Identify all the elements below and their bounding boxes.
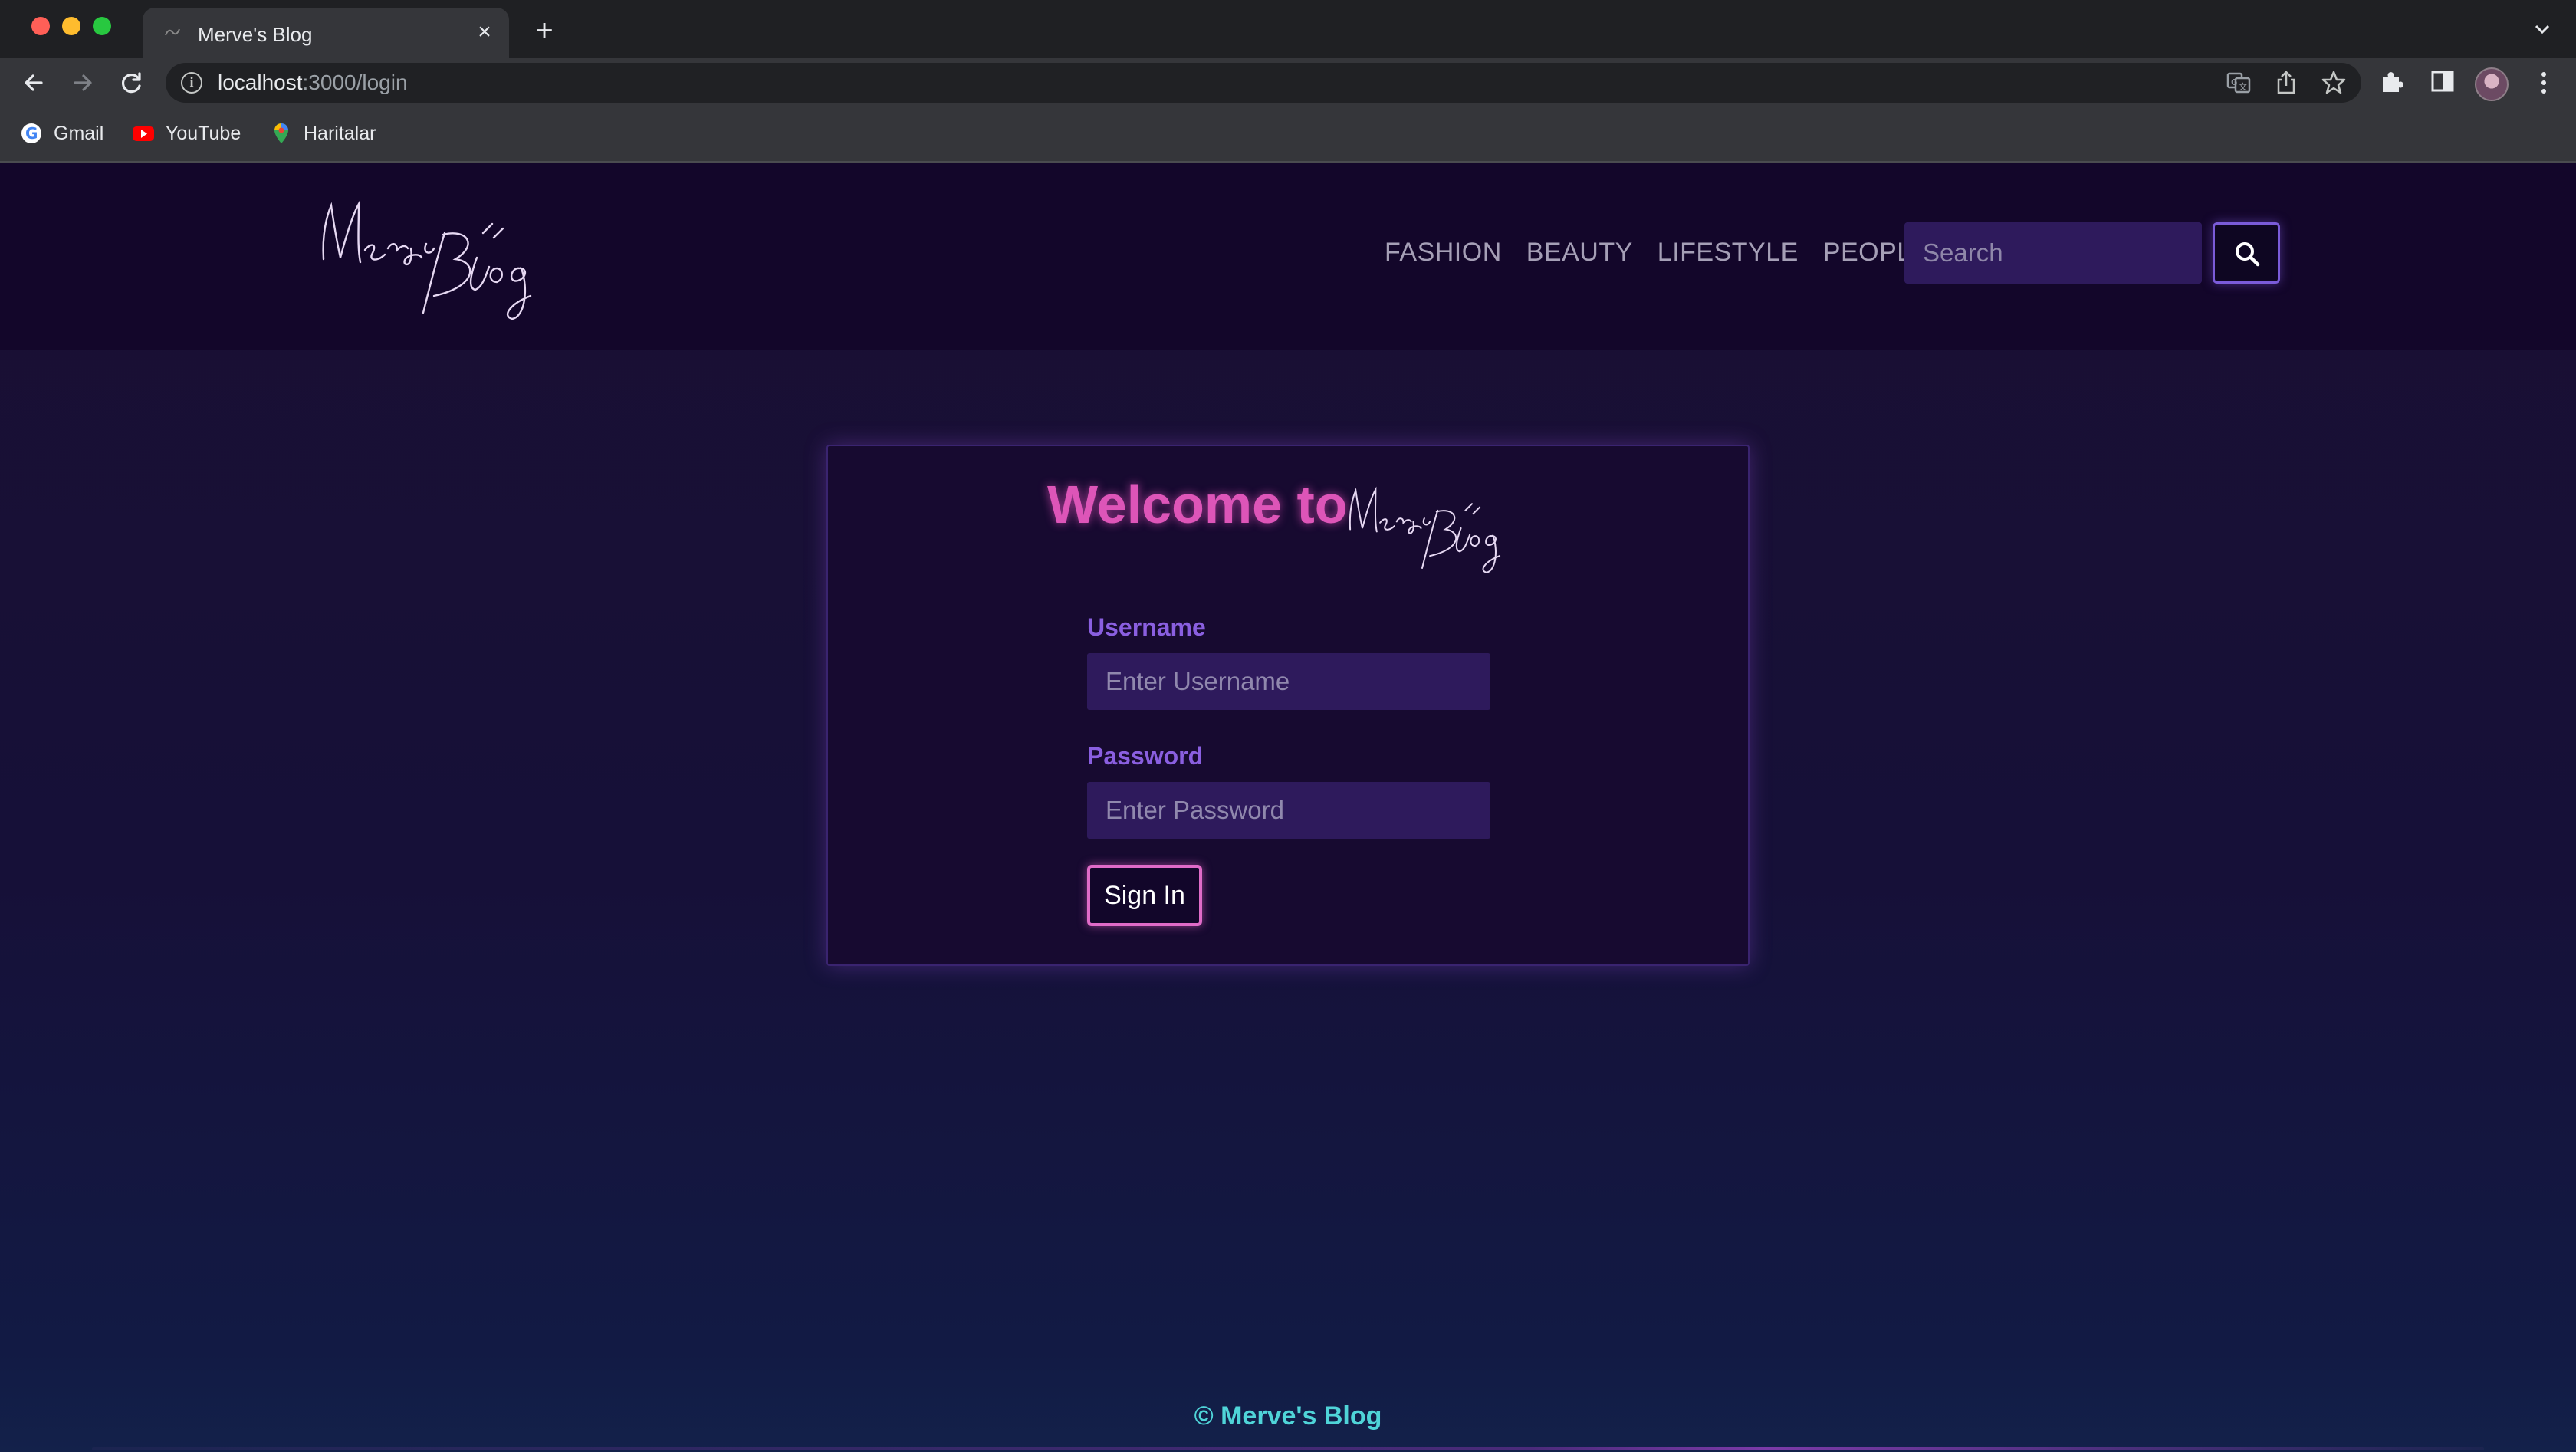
svg-text:文: 文 — [2239, 81, 2247, 92]
site-logo[interactable] — [314, 189, 560, 327]
search-button[interactable] — [2213, 222, 2280, 284]
svg-text:G: G — [25, 124, 38, 143]
reload-icon[interactable] — [117, 67, 147, 98]
maps-icon — [270, 122, 293, 145]
url-path: :3000/login — [302, 71, 408, 94]
browser-menu-icon[interactable] — [2530, 67, 2558, 98]
site-header: FASHION BEAUTY LIFESTYLE PEOPLE — [0, 163, 2576, 350]
browser-tabstrip: Merve's Blog × + — [0, 0, 2576, 58]
google-icon: G — [20, 122, 43, 145]
svg-text:G: G — [2231, 77, 2238, 87]
welcome-heading: Welcome to — [1047, 475, 1348, 534]
share-icon[interactable] — [2272, 69, 2300, 97]
main-nav: FASHION BEAUTY LIFESTYLE PEOPLE — [1385, 238, 1930, 268]
forward-icon[interactable] — [67, 67, 98, 98]
tab-favicon-icon — [164, 26, 181, 38]
page-bottom-divider — [92, 1447, 2484, 1450]
tab-search-chevron-icon[interactable] — [2530, 17, 2555, 41]
translate-icon[interactable]: G文 — [2225, 69, 2252, 97]
password-label: Password — [1087, 742, 1204, 770]
password-input[interactable] — [1087, 782, 1490, 839]
window-close-button[interactable] — [31, 17, 50, 35]
bookmark-gmail[interactable]: G Gmail — [20, 120, 104, 147]
address-bar[interactable]: i localhost:3000/login G文 — [166, 63, 2361, 103]
login-card: Welcome to Username Pa — [826, 445, 1750, 966]
url-text: localhost:3000/login — [218, 71, 408, 95]
bookmark-maps[interactable]: Haritalar — [270, 120, 376, 147]
site-info-icon[interactable]: i — [181, 72, 202, 94]
youtube-icon — [132, 122, 155, 145]
footer-copyright: © Merve's Blog — [1194, 1401, 1382, 1431]
window-minimize-button[interactable] — [62, 17, 80, 35]
url-host: localhost — [218, 71, 303, 94]
new-tab-icon[interactable]: + — [527, 14, 561, 48]
page: FASHION BEAUTY LIFESTYLE PEOPLE Welcome … — [0, 163, 2576, 1452]
username-label: Username — [1087, 613, 1206, 641]
window-maximize-button[interactable] — [93, 17, 111, 35]
bookmark-star-icon[interactable] — [2320, 69, 2348, 97]
search-icon — [2236, 242, 2260, 267]
back-icon[interactable] — [18, 67, 49, 98]
nav-link-lifestyle[interactable]: LIFESTYLE — [1658, 238, 1799, 268]
browser-toolbar: i localhost:3000/login G文 — [0, 58, 2576, 107]
bookmark-label: YouTube — [166, 122, 242, 144]
nav-link-beauty[interactable]: BEAUTY — [1526, 238, 1633, 268]
tab-close-icon[interactable]: × — [471, 18, 498, 46]
nav-link-fashion[interactable]: FASHION — [1385, 238, 1502, 268]
extensions-puzzle-icon[interactable] — [2377, 66, 2407, 97]
bookmarks-bar: G Gmail YouTube Haritalar — [0, 107, 2576, 163]
side-panel-icon[interactable] — [2427, 66, 2458, 97]
card-logo — [1332, 478, 1532, 578]
browser-tab-active[interactable]: Merve's Blog × — [143, 8, 509, 58]
bookmark-youtube[interactable]: YouTube — [132, 120, 241, 147]
bookmark-label: Gmail — [54, 122, 104, 144]
search-input[interactable] — [1904, 222, 2202, 284]
profile-avatar[interactable] — [2475, 67, 2509, 101]
bookmark-label: Haritalar — [304, 122, 376, 144]
tab-title: Merve's Blog — [198, 23, 313, 46]
username-input[interactable] — [1087, 653, 1490, 710]
sign-in-button[interactable]: Sign In — [1087, 865, 1202, 926]
